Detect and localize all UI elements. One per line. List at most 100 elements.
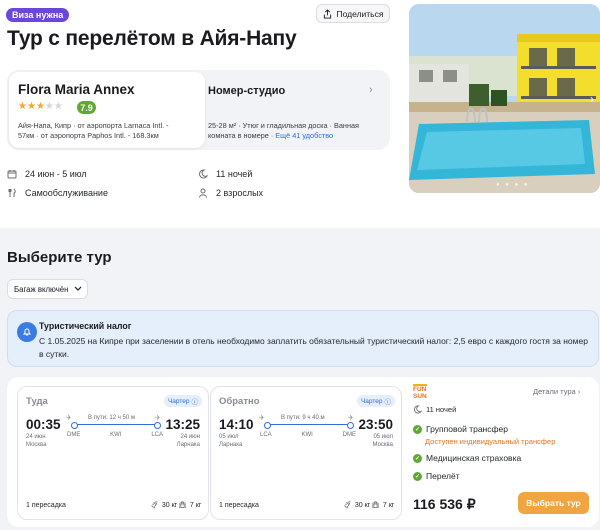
flight-direction: Туда bbox=[26, 396, 48, 407]
operator-logo-line: SUN bbox=[413, 393, 427, 400]
hotel-stars: ★★★★★ bbox=[18, 101, 63, 112]
tax-title: Туристический налог bbox=[39, 321, 132, 331]
stops-label: 1 пересадка bbox=[219, 502, 259, 509]
page-title: Тур с перелётом в Айя-Напу bbox=[7, 27, 297, 50]
route-line bbox=[71, 422, 161, 429]
departure-city: Москва bbox=[26, 442, 47, 448]
baggage-filter-label: Багаж включён bbox=[14, 284, 69, 294]
takeoff-icon: ✈ bbox=[66, 415, 72, 422]
departure-date: 24 июн bbox=[26, 434, 46, 440]
transfer-note-link[interactable]: Доступен индивидуальный трансфер bbox=[425, 437, 555, 446]
guests-label: 2 взрослых bbox=[216, 188, 264, 198]
check-icon: ✓ bbox=[413, 424, 422, 434]
carousel-dots: ● ● ● ● bbox=[496, 182, 530, 188]
flight-duration: В пути: 9 ч 40 м bbox=[281, 415, 325, 421]
nights-label: 11 ночей bbox=[216, 169, 253, 179]
choose-tour-button[interactable]: Выбрать тур bbox=[518, 492, 589, 514]
takeoff-icon: ✈ bbox=[259, 415, 265, 422]
rating-badge: 7.9 bbox=[77, 101, 96, 114]
feature-transfer: ✓ Групповой трансфер bbox=[413, 424, 508, 434]
tour-price: 116 536 ₽ bbox=[413, 496, 476, 512]
trip-dates: 24 июн - 5 июл bbox=[7, 169, 87, 179]
person-icon bbox=[199, 188, 207, 198]
star-icon: ★ bbox=[35, 101, 45, 112]
room-title[interactable]: Номер-студио bbox=[208, 85, 285, 97]
operator-logo-line: FUN bbox=[413, 386, 427, 393]
operator-logo: FUN SUN bbox=[413, 384, 427, 400]
offer-nights: 11 ночей bbox=[413, 405, 456, 414]
moon-icon bbox=[199, 169, 208, 179]
baggage-info: 🧳︎ 30 кг bbox=[343, 501, 370, 510]
charter-label: Чартер bbox=[167, 397, 190, 405]
trip-nights: 11 ночей bbox=[198, 169, 252, 179]
stops-label: 1 пересадка bbox=[26, 502, 66, 509]
departure-info: 05 июл Ларнака bbox=[219, 433, 242, 449]
tax-text: С 1.05.2025 на Кипре при заселении в оте… bbox=[39, 336, 588, 359]
airport-code: LCA bbox=[260, 432, 272, 438]
route-line bbox=[264, 422, 354, 429]
landing-icon: ✈ bbox=[155, 415, 161, 422]
chevron-down-icon bbox=[74, 286, 82, 291]
tour-details-link[interactable]: Детали тура › bbox=[533, 387, 580, 396]
info-icon: ⓘ bbox=[384, 399, 392, 406]
arrival-time: 23:50 bbox=[358, 417, 393, 432]
feature-insurance: ✓ Медицинская страховка bbox=[413, 453, 521, 463]
info-icon: ⓘ bbox=[191, 399, 199, 406]
charter-badge[interactable]: Чартер ⓘ bbox=[356, 395, 395, 407]
bell-icon bbox=[17, 322, 37, 342]
charter-badge[interactable]: Чартер ⓘ bbox=[163, 395, 202, 407]
hand-luggage-weight: 7 кг bbox=[382, 501, 395, 509]
suitcase-icon: 🧳︎ bbox=[150, 502, 159, 509]
star-icon: ★ bbox=[26, 101, 36, 112]
trip-meal: Самообслуживание bbox=[7, 188, 108, 198]
departure-city: Ларнака bbox=[219, 442, 243, 448]
hand-luggage-weight: 7 кг bbox=[189, 501, 202, 509]
hotel-location: Айя-Напа, Кипр · от аэропорта Larnaca In… bbox=[18, 121, 198, 141]
check-icon: ✓ bbox=[413, 453, 422, 463]
feature-label: Групповой трансфер bbox=[426, 424, 508, 434]
departure-date: 05 июл bbox=[219, 434, 239, 440]
flight-outbound[interactable]: Туда Чартер ⓘ 00:35 24 июн Москва ✈ В пути… bbox=[17, 386, 209, 520]
baggage-filter-dropdown[interactable]: Багаж включён bbox=[7, 279, 88, 299]
hotel-name[interactable]: Flora Maria Annex bbox=[18, 82, 135, 97]
airport-code: DME bbox=[342, 432, 356, 438]
calendar-icon bbox=[7, 170, 17, 179]
bag-icon: 👜︎ bbox=[371, 502, 380, 509]
airport-code: LCA bbox=[151, 432, 163, 438]
route-codes: LCA KWI DME bbox=[260, 432, 356, 438]
room-desc-line: 25-28 м² · Утюг и гладильная доска · Ван… bbox=[208, 121, 359, 130]
feature-flight: ✓ Перелёт bbox=[413, 471, 460, 481]
arrival-info: 05 июл Москва bbox=[373, 433, 393, 449]
airport-code: KWI bbox=[110, 432, 122, 438]
arrival-date: 05 июл bbox=[373, 434, 393, 440]
tax-notice: Туристический налог С 1.05.2025 на Кипре… bbox=[7, 310, 599, 367]
chevron-right-icon[interactable]: › bbox=[369, 84, 373, 96]
baggage-info: 🧳︎ 30 кг bbox=[150, 501, 178, 510]
baggage-weight: 30 кг bbox=[161, 501, 178, 509]
hotel-photo-image bbox=[409, 4, 600, 193]
room-desc-line: комната в номере · bbox=[208, 131, 276, 140]
arrival-time: 13:25 bbox=[165, 417, 200, 432]
star-icon: ★ bbox=[18, 101, 27, 112]
room-description: 25-28 м² · Утюг и гладильная доска · Ван… bbox=[208, 121, 378, 141]
flight-return[interactable]: Обратно Чартер ⓘ 14:10 05 июл Ларнака ✈ В … bbox=[210, 386, 402, 520]
airport-code: DME bbox=[67, 432, 81, 438]
landing-icon: ✈ bbox=[348, 415, 354, 422]
chevron-right-icon[interactable]: › bbox=[590, 92, 594, 106]
flight-duration: В пути: 12 ч 50 м bbox=[88, 415, 135, 421]
route-codes: DME KWI LCA bbox=[67, 432, 163, 438]
hotel-info[interactable]: Flora Maria Annex ★★★★★ 7.9 Айя-Напа, Ки… bbox=[9, 72, 205, 148]
hotel-photo[interactable]: › ● ● ● ● bbox=[409, 4, 600, 193]
departure-time: 00:35 bbox=[26, 417, 61, 432]
location-line: Айя-Напа, Кипр · от аэропорта Larnaca In… bbox=[18, 121, 169, 130]
share-label: Поделиться bbox=[336, 8, 384, 19]
departure-info: 24 июн Москва bbox=[26, 433, 46, 449]
hand-luggage-info: 👜︎ 7 кг bbox=[371, 501, 395, 510]
share-icon bbox=[323, 8, 331, 18]
hand-luggage-info: 👜︎ 7 кг bbox=[178, 501, 202, 510]
section-title: Выберите тур bbox=[7, 249, 112, 266]
star-icon: ★ bbox=[44, 101, 54, 112]
share-button[interactable]: Поделиться bbox=[316, 4, 390, 23]
more-amenities-link[interactable]: Ещё 41 удобство bbox=[275, 131, 333, 140]
moon-icon bbox=[413, 405, 422, 414]
